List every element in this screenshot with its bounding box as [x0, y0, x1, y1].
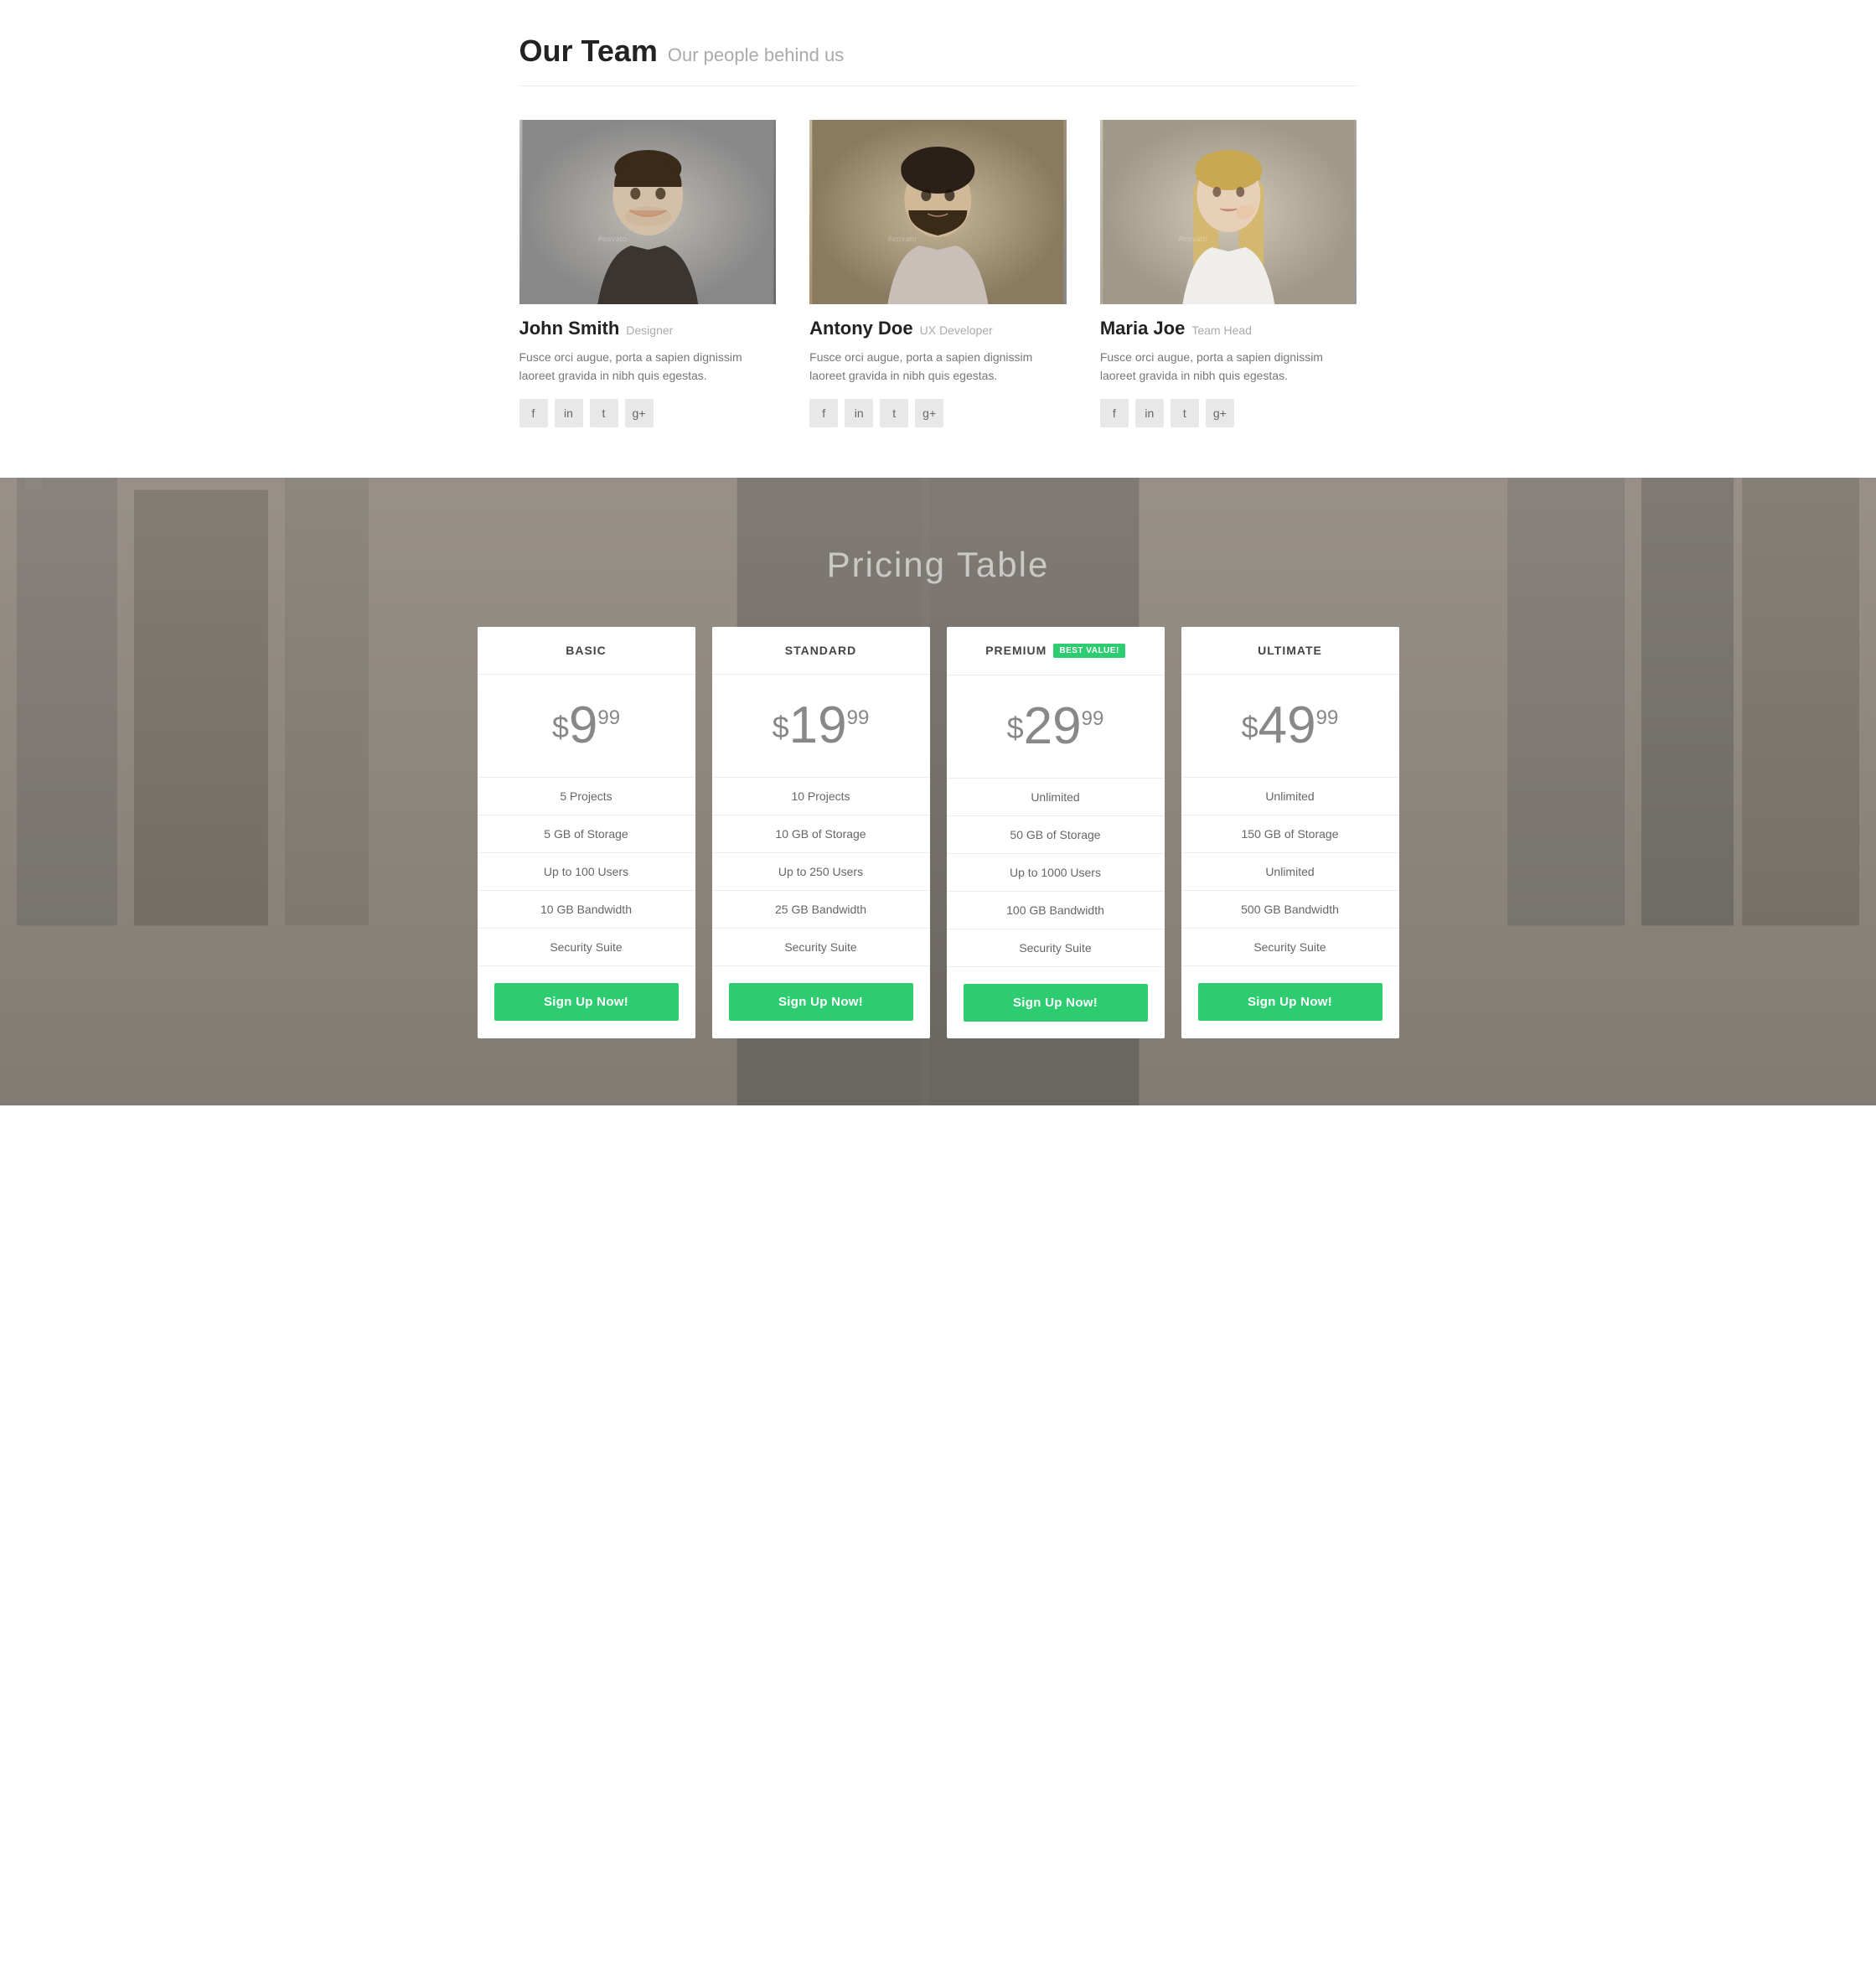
member-photo-1: #envato — [809, 120, 1067, 304]
plan-price-1: $1999 — [712, 675, 930, 778]
svg-text:#envato: #envato — [597, 234, 627, 244]
team-title: Our Team — [519, 34, 658, 69]
member-role-2: Team Head — [1191, 323, 1252, 337]
pricing-card-0: BASIC$9995 Projects5 GB of StorageUp to … — [478, 627, 695, 1038]
plan-feature-3-0: Unlimited — [1181, 778, 1399, 815]
member-social-2: fintg+ — [1100, 399, 1357, 427]
plan-feature-3-2: Unlimited — [1181, 853, 1399, 891]
plan-feature-0-3: 10 GB Bandwidth — [478, 891, 695, 929]
pricing-grid: BASIC$9995 Projects5 GB of StorageUp to … — [478, 627, 1399, 1038]
linkedin-icon[interactable]: in — [1135, 399, 1164, 427]
plan-feature-2-0: Unlimited — [947, 779, 1165, 816]
team-member-1: #envato Antony Doe UX Developer Fusce orci… — [809, 120, 1067, 427]
plan-feature-0-1: 5 GB of Storage — [478, 815, 695, 853]
member-social-1: fintg+ — [809, 399, 1067, 427]
plan-price-0: $999 — [478, 675, 695, 778]
plan-feature-3-1: 150 GB of Storage — [1181, 815, 1399, 853]
plan-name-1: STANDARD — [712, 627, 930, 675]
plan-feature-2-1: 50 GB of Storage — [947, 816, 1165, 854]
linkedin-icon[interactable]: in — [555, 399, 583, 427]
signup-button-0[interactable]: Sign Up Now! — [494, 983, 679, 1021]
plan-price-2: $2999 — [947, 675, 1165, 779]
member-name-2: Maria Joe — [1100, 318, 1186, 339]
plan-feature-1-3: 25 GB Bandwidth — [712, 891, 930, 929]
team-member-2: #envato Maria Joe Team Head Fusce orci aug… — [1100, 120, 1357, 427]
svg-text:#envato: #envato — [887, 234, 917, 244]
team-member-0: #envato John Smith Designer Fusce orci aug… — [519, 120, 777, 427]
plan-price-3: $4999 — [1181, 675, 1399, 778]
plan-feature-3-3: 500 GB Bandwidth — [1181, 891, 1399, 929]
plan-name-0: BASIC — [478, 627, 695, 675]
pricing-title: Pricing Table — [50, 545, 1826, 585]
signup-button-1[interactable]: Sign Up Now! — [729, 983, 913, 1021]
googleplus-icon[interactable]: g+ — [1206, 399, 1234, 427]
pricing-card-1: STANDARD$199910 Projects10 GB of Storage… — [712, 627, 930, 1038]
twitter-icon[interactable]: t — [880, 399, 908, 427]
facebook-icon[interactable]: f — [1100, 399, 1129, 427]
plan-feature-2-2: Up to 1000 Users — [947, 854, 1165, 892]
team-grid: #envato John Smith Designer Fusce orci aug… — [519, 120, 1357, 427]
member-photo-2: #envato — [1100, 120, 1357, 304]
plan-cta-1: Sign Up Now! — [712, 966, 930, 1038]
member-role-1: UX Developer — [920, 323, 993, 337]
team-header: Our Team Our people behind us — [519, 34, 1357, 86]
best-value-badge: BEST VALUE! — [1053, 644, 1124, 658]
pricing-card-3: ULTIMATE$4999Unlimited150 GB of StorageU… — [1181, 627, 1399, 1038]
member-bio-2: Fusce orci augue, porta a sapien digniss… — [1100, 348, 1357, 386]
plan-feature-1-0: 10 Projects — [712, 778, 930, 815]
plan-cta-0: Sign Up Now! — [478, 966, 695, 1038]
signup-button-3[interactable]: Sign Up Now! — [1198, 983, 1382, 1021]
team-section: Our Team Our people behind us #envato Jo… — [469, 0, 1408, 478]
linkedin-icon[interactable]: in — [845, 399, 873, 427]
twitter-icon[interactable]: t — [590, 399, 618, 427]
twitter-icon[interactable]: t — [1171, 399, 1199, 427]
plan-feature-0-4: Security Suite — [478, 929, 695, 966]
member-bio-0: Fusce orci augue, porta a sapien digniss… — [519, 348, 777, 386]
team-subtitle: Our people behind us — [668, 44, 844, 66]
facebook-icon[interactable]: f — [519, 399, 548, 427]
member-social-0: fintg+ — [519, 399, 777, 427]
plan-feature-3-4: Security Suite — [1181, 929, 1399, 966]
pricing-section: Pricing Table BASIC$9995 Projects5 GB of… — [0, 478, 1876, 1105]
member-name-1: Antony Doe — [809, 318, 912, 339]
plan-cta-2: Sign Up Now! — [947, 967, 1165, 1038]
signup-button-2[interactable]: Sign Up Now! — [964, 984, 1148, 1022]
googleplus-icon[interactable]: g+ — [625, 399, 654, 427]
plan-feature-2-3: 100 GB Bandwidth — [947, 892, 1165, 929]
plan-feature-0-2: Up to 100 Users — [478, 853, 695, 891]
plan-feature-0-0: 5 Projects — [478, 778, 695, 815]
plan-feature-2-4: Security Suite — [947, 929, 1165, 967]
googleplus-icon[interactable]: g+ — [915, 399, 943, 427]
pricing-card-2: PREMIUMBEST VALUE!$2999Unlimited50 GB of… — [947, 627, 1165, 1038]
facebook-icon[interactable]: f — [809, 399, 838, 427]
member-bio-1: Fusce orci augue, porta a sapien digniss… — [809, 348, 1067, 386]
svg-text:#envato: #envato — [1178, 234, 1207, 244]
plan-feature-1-1: 10 GB of Storage — [712, 815, 930, 853]
plan-name-2: PREMIUMBEST VALUE! — [947, 627, 1165, 675]
plan-feature-1-4: Security Suite — [712, 929, 930, 966]
plan-name-3: ULTIMATE — [1181, 627, 1399, 675]
plan-feature-1-2: Up to 250 Users — [712, 853, 930, 891]
member-photo-0: #envato — [519, 120, 777, 304]
member-name-0: John Smith — [519, 318, 620, 339]
member-role-0: Designer — [626, 323, 673, 337]
plan-cta-3: Sign Up Now! — [1181, 966, 1399, 1038]
